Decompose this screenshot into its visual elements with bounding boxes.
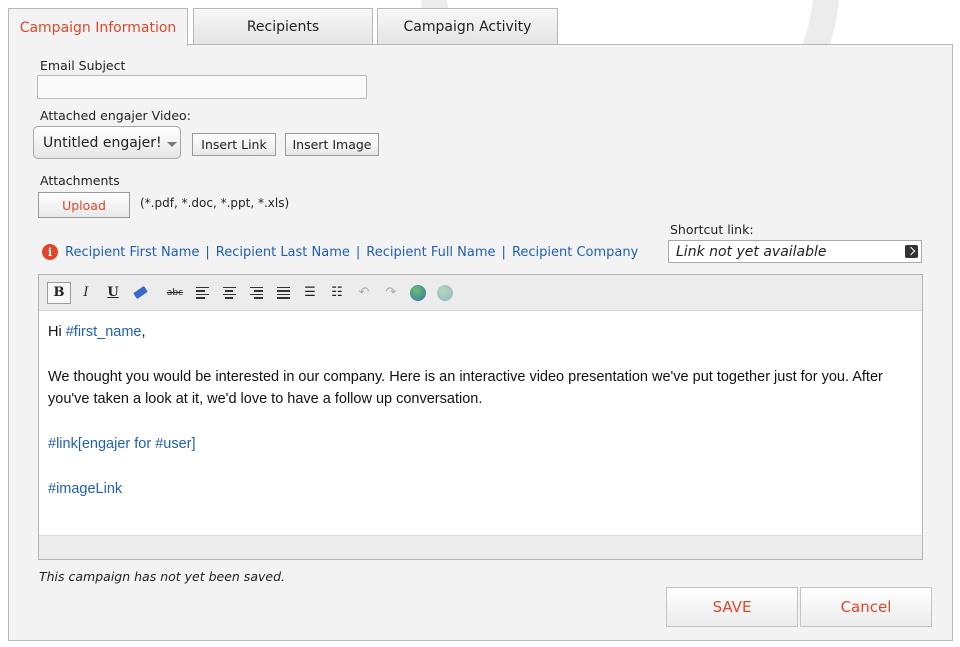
token-separator: |	[205, 244, 210, 260]
image-link-variable: #imageLink	[48, 481, 123, 497]
save-status-text: This campaign has not yet been saved.	[39, 569, 285, 584]
editor-content[interactable]: Hi #first_name, We thought you would be …	[39, 311, 922, 533]
editor-status-bar	[39, 535, 922, 559]
align-right-icon[interactable]	[244, 282, 268, 304]
shortcut-link-label: Shortcut link:	[670, 222, 754, 237]
greeting-line: Hi #first_name,	[48, 321, 913, 343]
shortcut-link-field[interactable]: Link not yet available	[668, 240, 922, 263]
email-subject-label: Email Subject	[40, 58, 126, 73]
numbered-list-icon[interactable]: ☷	[325, 282, 349, 304]
save-button[interactable]: SAVE	[666, 587, 798, 627]
editor-toolbar: B I U abc ☰ ☷ ↶ ↷	[39, 275, 922, 311]
underline-button[interactable]: U	[101, 282, 125, 304]
info-icon: i	[42, 244, 58, 260]
italic-button[interactable]: I	[74, 282, 98, 304]
insert-image-button[interactable]: Insert Image	[285, 133, 379, 156]
token-separator: |	[501, 244, 506, 260]
copy-link-icon[interactable]	[905, 245, 918, 258]
align-center-icon[interactable]	[217, 282, 241, 304]
video-select-value: Untitled engajer!	[43, 134, 162, 151]
bold-button[interactable]: B	[47, 281, 71, 304]
rich-text-editor: B I U abc ☰ ☷ ↶ ↷ Hi #first_name, We tho…	[38, 274, 923, 560]
eraser-icon[interactable]	[128, 282, 152, 304]
tab-campaign-information[interactable]: Campaign Information	[8, 8, 188, 46]
tab-bar: Campaign Information Recipients Campaign…	[8, 8, 568, 46]
cancel-button[interactable]: Cancel	[800, 587, 932, 627]
recipient-token-bar: i Recipient First Name | Recipient Last …	[42, 244, 638, 260]
greeting-punctuation: ,	[141, 324, 146, 340]
campaign-info-panel: Email Subject Attached engajer Video: Un…	[8, 44, 953, 641]
attached-video-label: Attached engajer Video:	[40, 108, 191, 123]
attachments-hint: (*.pdf, *.doc, *.ppt, *.xls)	[140, 196, 290, 210]
insert-link-globe-icon[interactable]	[406, 282, 430, 304]
first-name-variable: #first_name	[65, 324, 142, 340]
body-paragraph: We thought you would be interested in ou…	[48, 369, 883, 407]
undo-icon[interactable]: ↶	[352, 282, 376, 304]
upload-button[interactable]: Upload	[38, 192, 130, 218]
chevron-down-icon	[166, 141, 177, 147]
tab-recipients[interactable]: Recipients	[193, 8, 373, 45]
strikethrough-button[interactable]: abc	[163, 282, 187, 304]
unlink-globe-icon[interactable]	[433, 282, 457, 304]
attachments-label: Attachments	[40, 173, 120, 188]
align-justify-icon[interactable]	[271, 282, 295, 304]
shortcut-link-value: Link not yet available	[676, 243, 827, 260]
token-last-name[interactable]: Recipient Last Name	[216, 245, 350, 260]
token-full-name[interactable]: Recipient Full Name	[366, 245, 495, 260]
align-left-icon[interactable]	[190, 282, 214, 304]
greeting-text: Hi	[48, 324, 66, 340]
token-company[interactable]: Recipient Company	[512, 245, 638, 260]
video-select-dropdown[interactable]: Untitled engajer!	[33, 126, 181, 159]
link-variable: #link[engajer for #user]	[48, 436, 196, 452]
tab-campaign-activity[interactable]: Campaign Activity	[377, 8, 558, 45]
redo-icon[interactable]: ↷	[379, 282, 403, 304]
token-first-name[interactable]: Recipient First Name	[65, 245, 199, 260]
email-subject-input[interactable]	[37, 75, 367, 99]
bullet-list-icon[interactable]: ☰	[298, 282, 322, 304]
token-separator: |	[355, 244, 361, 260]
insert-link-button[interactable]: Insert Link	[192, 133, 276, 156]
